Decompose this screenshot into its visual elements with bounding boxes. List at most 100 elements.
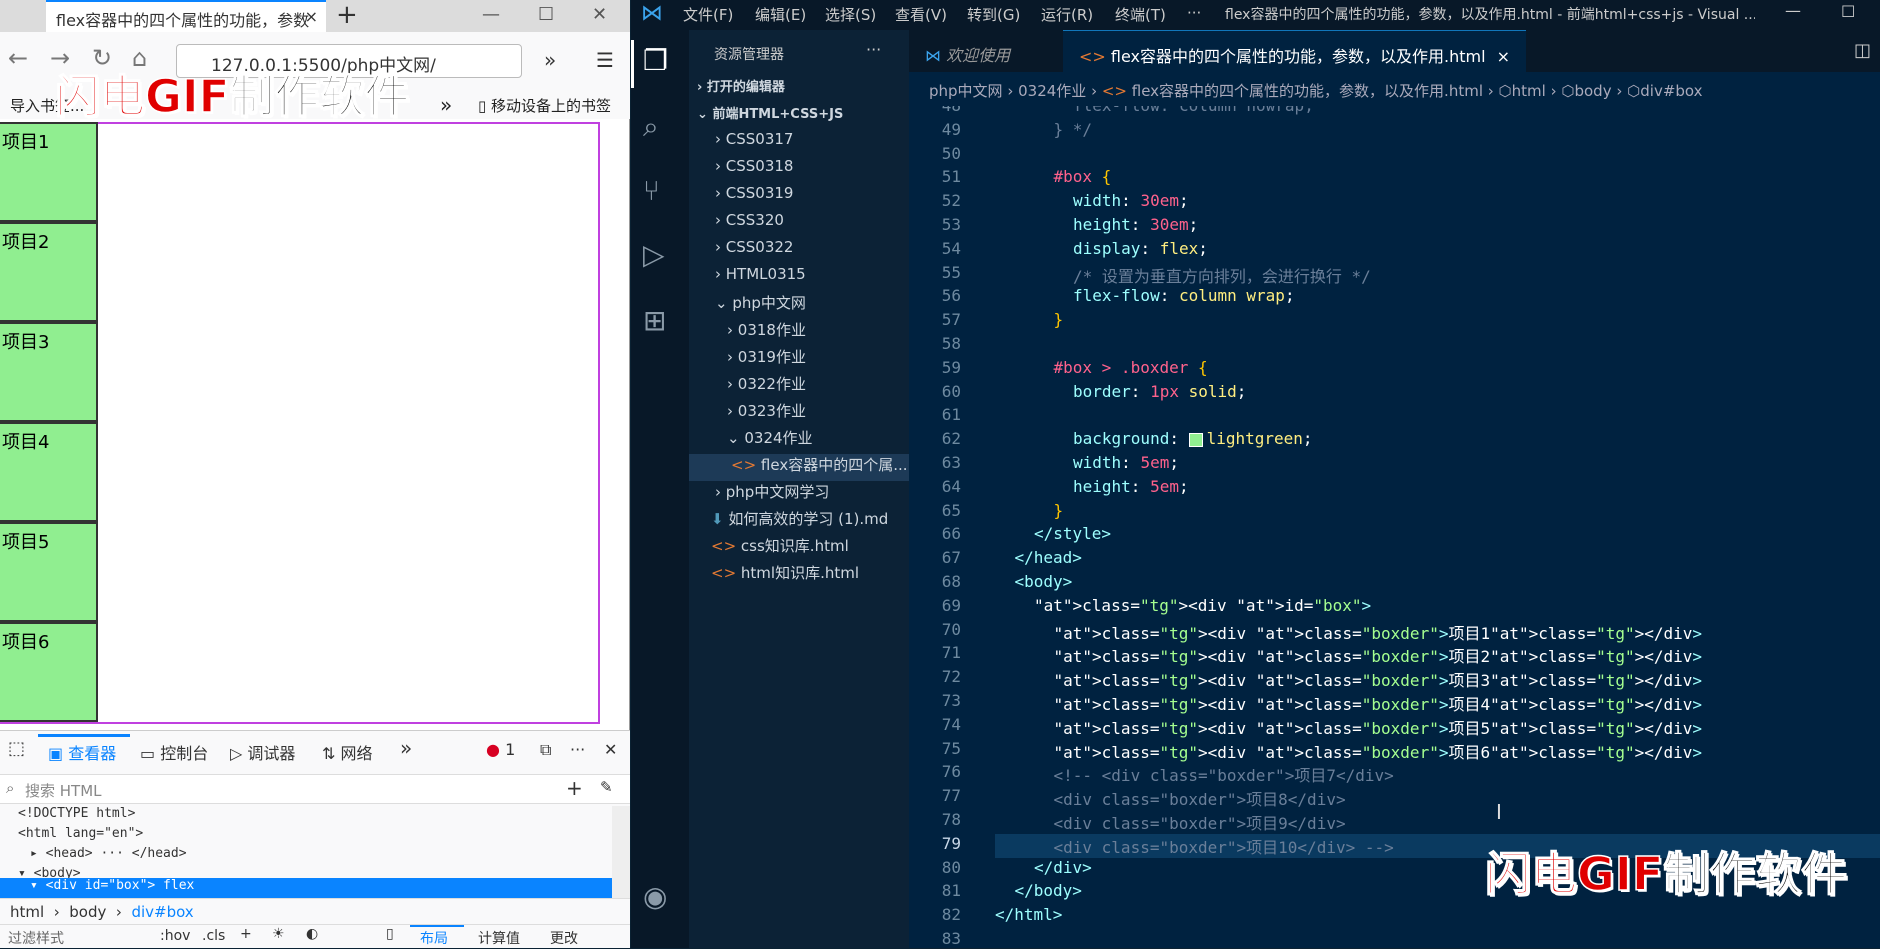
add-node-icon[interactable]: + [566,776,583,800]
chevron-right-icon: › [715,265,721,283]
tab-debugger[interactable]: ▷ 调试器 [230,740,295,764]
crumb-symbol[interactable]: div#box [1640,82,1702,100]
line-number: 58 [941,334,961,353]
back-icon[interactable]: ← [8,44,28,72]
crumb-file[interactable]: flex容器中的四个属性的功能，参数，以及作用.html [1132,82,1483,100]
tree-item-folder[interactable]: ⌄ php中文网 [689,292,909,319]
tab-network[interactable]: ⇅ 网络 [322,740,373,764]
tree-item-folder[interactable]: › 0322作业 [689,373,909,400]
tree-item-open-editors[interactable]: › 打开的编辑器 [689,76,909,103]
browser-tab[interactable]: flex容器中的四个属性的功能，参数 × [46,0,326,32]
tab-computed[interactable]: 计算值 [478,928,520,948]
tab-console[interactable]: ▭ 控制台 [140,740,208,764]
hamburger-menu-icon[interactable]: ☰ [596,48,614,72]
tree-item-folder[interactable]: › HTML0315 [689,265,909,292]
tree-item-file[interactable]: ⬇ 如何高效的学习 (1).md [689,508,909,535]
markup-node-selected[interactable]: ▾ <div id="box"> flex [0,878,612,898]
maximize-icon[interactable]: ☐ [538,0,554,30]
markup-scrollbar[interactable] [612,806,630,898]
tab-layout[interactable]: 布局 [420,928,448,948]
crumb-folder[interactable]: php中文网 [929,82,1003,100]
html-search-input[interactable]: ⌕ 搜索 HTML + ✎ [0,774,630,804]
crumb-symbol[interactable]: body [1574,82,1611,100]
crumb-body[interactable]: body [69,903,106,921]
menu-more[interactable]: ··· [1187,4,1201,22]
close-tab-icon[interactable]: × [305,7,318,26]
browser-tab-title: flex容器中的四个属性的功能，参数 [56,11,310,30]
tree-item-label: CSS320 [725,211,784,229]
tree-item-folder[interactable]: › CSS0319 [689,184,909,211]
bookmarks-overflow-icon[interactable]: » [440,93,452,117]
line-number: 49 [941,119,961,139]
tab-inspector[interactable]: ▣ 查看器 [48,740,116,764]
tab-active-file[interactable]: <> flex容器中的四个属性的功能，参数，以及作用.html × [1063,30,1527,72]
crumb-symbol[interactable]: html [1512,82,1546,100]
add-rule-icon[interactable]: + [240,926,252,942]
explorer-icon[interactable]: ❐ [643,44,668,77]
devtools-menu-icon[interactable]: ··· [570,740,585,759]
extensions-icon[interactable]: ⊞ [643,304,666,337]
menu-terminal[interactable]: 终端(T) [1115,4,1166,25]
tree-item-folder[interactable]: › CSS0318 [689,157,909,184]
dock-icon[interactable]: ⧉ [540,740,551,760]
menu-go[interactable]: 转到(G) [967,4,1020,25]
run-debug-icon[interactable]: ▷ [643,238,665,271]
eyedropper-icon[interactable]: ✎ [600,778,613,796]
close-tab-icon[interactable]: × [1497,47,1510,66]
devtools-close-icon[interactable]: ✕ [604,740,617,759]
chevron-right-icon: › [715,184,721,202]
window-title: flex容器中的四个属性的功能，参数，以及作用.html - 前端html+cs… [1225,7,1755,23]
hov-button[interactable]: :hov [160,928,190,944]
tree-item-folder[interactable]: › 0319作业 [689,346,909,373]
markup-node[interactable]: <!DOCTYPE html> [0,806,612,826]
more-tabs-icon[interactable]: » [400,736,412,760]
explorer-more-icon[interactable]: ··· [866,40,881,59]
code-editor[interactable]: 48 flex-flow: column nowrap; 49} */ 50 51 #bo… [909,106,1880,948]
toggle-panel-icon[interactable]: ▯ [386,926,394,942]
tree-item-folder[interactable]: › CSS0322 [689,238,909,265]
menu-selection[interactable]: 选择(S) [825,4,876,25]
maximize-icon[interactable]: ☐ [1841,2,1855,21]
tree-item-workspace[interactable]: ⌄ 前端HTML+CSS+JS [689,103,909,130]
markup-node[interactable]: <html lang="en"> [0,826,612,846]
tree-item-folder[interactable]: › CSS320 [689,211,909,238]
cls-button[interactable]: .cls [202,928,225,944]
tree-item-file[interactable]: <> html知识库.html [689,562,909,589]
dark-theme-icon[interactable]: ◐ [306,926,318,942]
filter-styles-input[interactable]: 过滤样式 [8,928,64,948]
tree-item-folder[interactable]: ⌄ 0324作业 [689,427,909,454]
close-window-icon[interactable]: ✕ [592,0,607,30]
chevron-right-icon: › [727,348,733,366]
tree-item-folder[interactable]: › 0323作业 [689,400,909,427]
overflow-chevron-icon[interactable]: » [544,48,556,72]
color-swatch[interactable] [1188,432,1203,447]
search-icon[interactable]: ⌕ [643,110,659,144]
source-control-icon[interactable]: ⑂ [643,174,660,207]
menu-run[interactable]: 运行(R) [1041,4,1093,25]
new-tab-button[interactable]: + [336,0,358,30]
account-icon[interactable]: ◉ [643,880,667,913]
tree-item-folder[interactable]: › CSS0317 [689,130,909,157]
vscode-logo-icon: ⋈ [641,1,663,26]
error-count[interactable]: ● 1 [486,740,515,759]
markup-node[interactable]: ▸ <head> ··· </head> [0,846,612,866]
menu-file[interactable]: 文件(F) [683,4,733,25]
minimize-icon[interactable]: — [1785,1,1801,20]
split-editor-icon[interactable]: ◫ [1854,40,1871,61]
tree-item-folder[interactable]: › php中文网学习 [689,481,909,508]
tab-welcome[interactable]: ⋈ 欢迎使用 [909,30,1026,72]
element-picker-icon[interactable]: ⬚ [8,738,25,759]
mobile-bookmarks[interactable]: ▯ 移动设备上的书签 [478,95,611,116]
minimize-icon[interactable]: — [482,0,500,30]
tree-item-file[interactable]: <> css知识库.html [689,535,909,562]
menu-view[interactable]: 查看(V) [895,4,947,25]
tree-item-folder[interactable]: › 0318作业 [689,319,909,346]
tab-changes[interactable]: 更改 [550,928,578,948]
tree-item-file-active[interactable]: <> flex容器中的四个属... [689,454,909,481]
crumb-html[interactable]: html [10,903,44,921]
menu-edit[interactable]: 编辑(E) [755,4,806,25]
light-theme-icon[interactable]: ☀ [272,926,285,942]
crumb-folder[interactable]: 0324作业 [1018,82,1086,100]
code-line: <div class="boxder">项目10</div> --> [1053,837,1394,857]
crumb-div-box[interactable]: div#box [131,903,193,921]
